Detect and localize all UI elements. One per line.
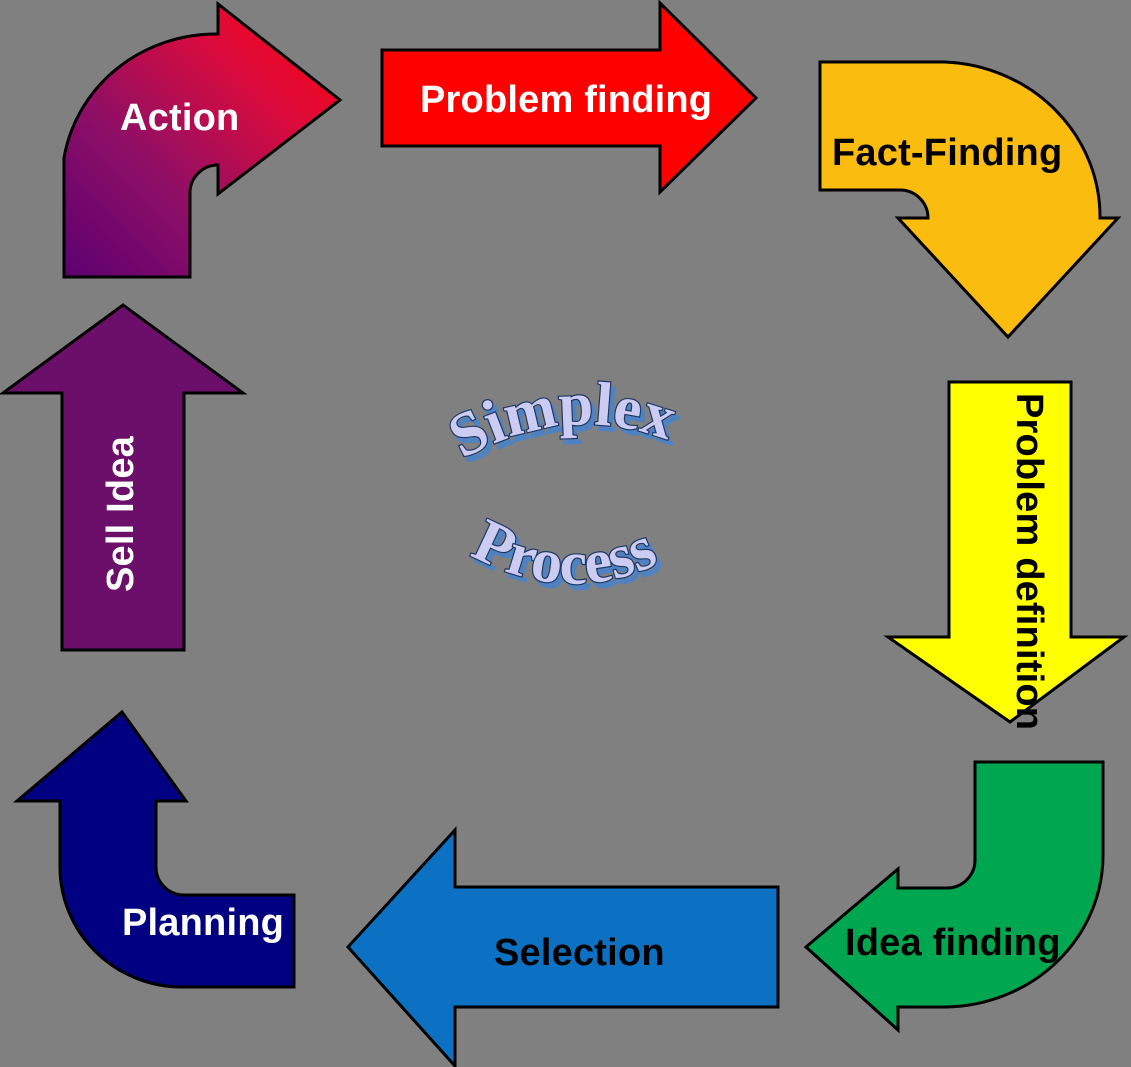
simplex-process-diagram: Action Problem finding Fact-Finding Prob…: [0, 0, 1131, 1067]
problem-definition-arrow-shape[interactable]: [883, 380, 1129, 724]
step-selection[interactable]: Selection: [345, 826, 780, 1067]
step-idea-finding[interactable]: Idea finding: [803, 760, 1105, 1034]
step-problem-definition[interactable]: Problem definition: [883, 380, 1129, 730]
planning-label: Planning: [122, 902, 284, 944]
fact-finding-arrow-shape[interactable]: [818, 60, 1122, 340]
action-label: Action: [120, 97, 239, 139]
sell-idea-label: Sell Idea: [100, 435, 142, 592]
idea-finding-label: Idea finding: [845, 922, 1061, 964]
planning-arrow-shape[interactable]: [12, 709, 296, 989]
step-action[interactable]: Action: [62, 0, 343, 279]
center-wordart: Simplex Simplex Process Process: [437, 369, 689, 604]
step-problem-finding[interactable]: Problem finding: [380, 0, 759, 196]
problem-definition-label: Problem definition: [1008, 393, 1050, 730]
selection-label: Selection: [494, 932, 665, 974]
problem-finding-label: Problem finding: [420, 79, 712, 121]
diagram-canvas: Action Problem finding Fact-Finding Prob…: [0, 0, 1129, 1067]
idea-finding-arrow-shape[interactable]: [803, 760, 1105, 1034]
action-arrow-shape[interactable]: [62, 0, 343, 279]
step-fact-finding[interactable]: Fact-Finding: [818, 60, 1122, 340]
step-sell-idea[interactable]: Sell Idea: [0, 303, 248, 652]
step-planning[interactable]: Planning: [12, 709, 296, 989]
fact-finding-label: Fact-Finding: [832, 132, 1062, 174]
